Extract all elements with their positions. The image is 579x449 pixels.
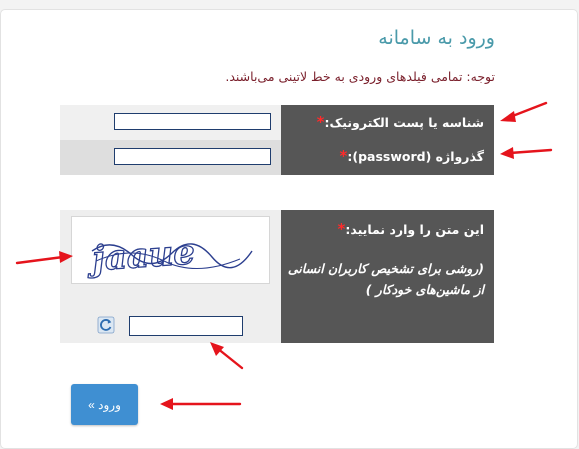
captcha-text-graphic: jaaue <box>84 232 253 280</box>
captcha-text: jaaue <box>85 232 196 279</box>
username-input[interactable] <box>114 113 271 130</box>
page-title: ورود به سامانه <box>378 27 495 49</box>
login-button[interactable]: ورود » <box>71 384 138 425</box>
captcha-input[interactable] <box>129 316 243 336</box>
captcha-row-label-cell: این متن را وارد نمایید:* (روشی برای تشخی… <box>281 210 494 343</box>
username-label: شناسه یا پست الکترونیک: <box>324 115 484 130</box>
username-row-label-cell: شناسه یا پست الکترونیک:* <box>281 105 494 140</box>
password-input[interactable] <box>114 148 271 165</box>
captcha-label: این متن را وارد نمایید: <box>345 222 484 237</box>
password-row-label-cell: گذرواژه (password):* <box>281 140 494 175</box>
captcha-hint-line2: از ماشین‌های خودکار ) <box>365 282 484 298</box>
captcha-image: jaaue <box>71 216 270 284</box>
password-label: گذرواژه (password): <box>347 149 484 164</box>
latin-input-notice: توجه: تمامی فیلدهای ورودی به خط لاتینی م… <box>225 69 495 84</box>
captcha-hint-line1: (روشی برای تشخیص کاربران انسانی <box>287 260 484 276</box>
refresh-icon[interactable] <box>97 316 115 334</box>
